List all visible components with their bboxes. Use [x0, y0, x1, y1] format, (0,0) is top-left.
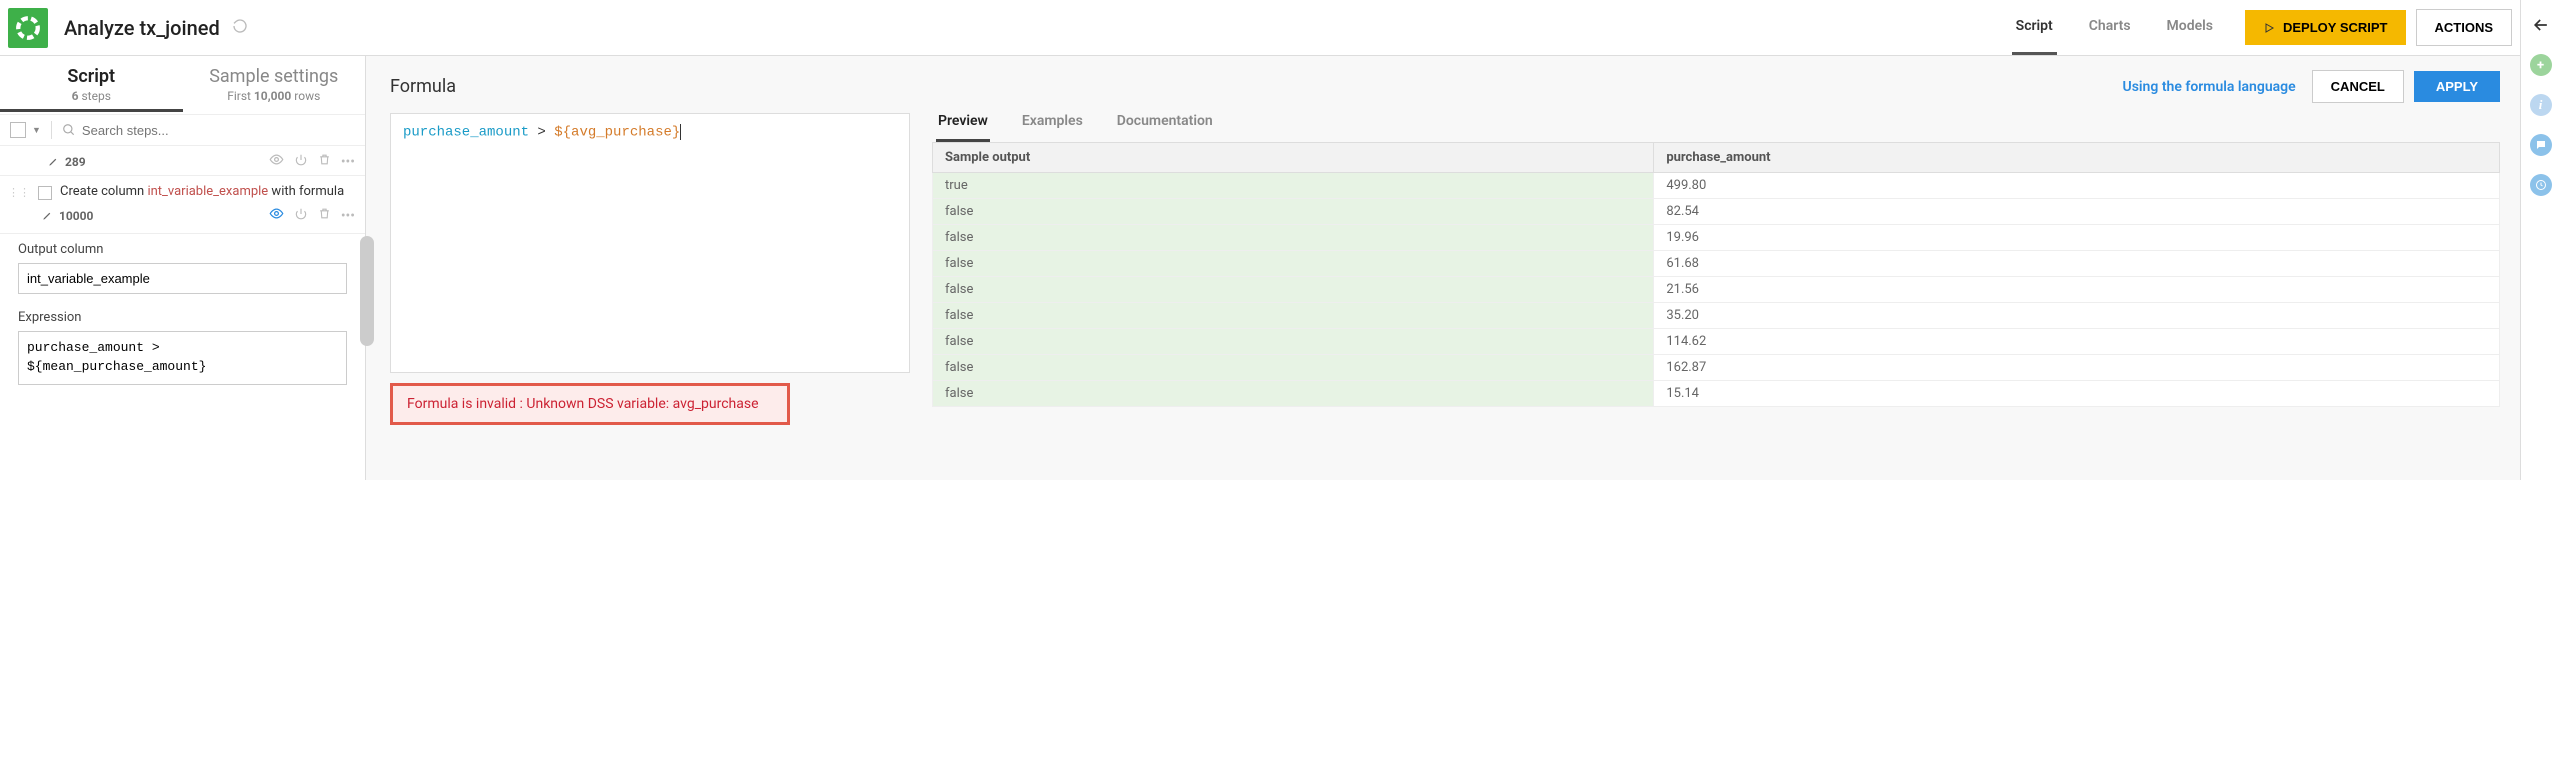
expression-label: Expression	[18, 310, 347, 325]
play-icon	[2263, 22, 2275, 34]
pencil-icon	[48, 156, 59, 167]
table-row: false61.68	[933, 251, 2500, 277]
expression-input[interactable]: purchase_amount > ${mean_purchase_amount…	[18, 331, 347, 385]
actions-button[interactable]: ACTIONS	[2416, 9, 2513, 46]
step-item-active[interactable]: ⋮⋮ Create column int_variable_example wi…	[0, 176, 365, 234]
formula-editor[interactable]: purchase_amount > ${avg_purchase}	[390, 113, 910, 373]
formula-error: Formula is invalid : Unknown DSS variabl…	[390, 383, 790, 425]
output-column-label: Output column	[18, 242, 347, 257]
more-icon[interactable]: •••	[341, 208, 355, 224]
power-icon[interactable]	[294, 153, 308, 171]
pencil-icon	[42, 210, 53, 221]
more-icon[interactable]: •••	[341, 154, 355, 170]
tab-documentation[interactable]: Documentation	[1115, 113, 1215, 142]
history-icon[interactable]	[2530, 174, 2552, 196]
table-row: false162.87	[933, 355, 2500, 381]
table-row: false21.56	[933, 277, 2500, 303]
eye-icon[interactable]	[269, 152, 284, 171]
chat-icon[interactable]	[2530, 134, 2552, 156]
logo-icon	[15, 15, 41, 41]
info-icon[interactable]: i	[2530, 94, 2552, 116]
formula-title: Formula	[390, 76, 456, 97]
step-checkbox[interactable]	[38, 186, 52, 200]
search-icon	[62, 123, 76, 137]
deploy-button[interactable]: DEPLOY SCRIPT	[2245, 10, 2406, 45]
table-row: false19.96	[933, 225, 2500, 251]
preview-tabs: Preview Examples Documentation	[932, 113, 2500, 142]
trash-icon[interactable]	[318, 153, 331, 170]
add-icon[interactable]: +	[2530, 54, 2552, 76]
step-count: 289	[14, 155, 86, 169]
power-icon[interactable]	[294, 207, 308, 225]
table-row: false15.14	[933, 381, 2500, 407]
step-description: Create column int_variable_example with …	[60, 184, 344, 199]
left-tab-sample[interactable]: Sample settings First 10,000 rows	[183, 56, 366, 114]
left-panel: Script 6 steps Sample settings First 10,…	[0, 56, 366, 480]
trash-icon[interactable]	[318, 207, 331, 224]
refresh-icon[interactable]	[232, 18, 248, 38]
output-column-input[interactable]	[18, 263, 347, 294]
tab-examples[interactable]: Examples	[1020, 113, 1085, 142]
chevron-down-icon[interactable]: ▼	[32, 125, 41, 136]
tab-charts[interactable]: Charts	[2085, 0, 2135, 55]
eye-icon[interactable]	[269, 206, 284, 225]
table-row: false114.62	[933, 329, 2500, 355]
table-row: false82.54	[933, 199, 2500, 225]
steps-toolbar: ▼	[0, 114, 365, 146]
cancel-button[interactable]: CANCEL	[2312, 70, 2404, 103]
drag-handle-icon[interactable]: ⋮⋮	[8, 184, 30, 198]
table-row: false35.20	[933, 303, 2500, 329]
left-tab-script[interactable]: Script 6 steps	[0, 56, 183, 114]
tab-script[interactable]: Script	[2012, 0, 2057, 55]
col-purchase-amount: purchase_amount	[1654, 143, 2500, 173]
search-input[interactable]	[82, 123, 355, 138]
tab-models[interactable]: Models	[2163, 0, 2217, 55]
formula-help-link[interactable]: Using the formula language	[2123, 79, 2296, 95]
app-logo[interactable]	[8, 8, 48, 48]
table-row: true499.80	[933, 173, 2500, 199]
page-title: Analyze tx_joined	[64, 16, 220, 40]
header-tabs: Script Charts Models	[2012, 0, 2217, 55]
search-steps[interactable]	[62, 123, 355, 138]
back-arrow-icon[interactable]	[2530, 14, 2552, 36]
right-rail: + i	[2520, 0, 2560, 480]
app-header: Analyze tx_joined Script Charts Models D…	[0, 0, 2520, 56]
preview-table: Sample output purchase_amount true499.80…	[932, 142, 2500, 407]
apply-button[interactable]: APPLY	[2414, 71, 2500, 102]
step-count: 10000	[42, 209, 93, 223]
select-all-checkbox[interactable]	[10, 122, 26, 138]
tab-preview[interactable]: Preview	[936, 113, 990, 142]
col-sample-output: Sample output	[933, 143, 1654, 173]
step-item[interactable]: 289 •••	[0, 146, 365, 176]
resize-handle[interactable]	[360, 236, 374, 346]
main-panel: Formula Using the formula language CANCE…	[366, 56, 2520, 480]
